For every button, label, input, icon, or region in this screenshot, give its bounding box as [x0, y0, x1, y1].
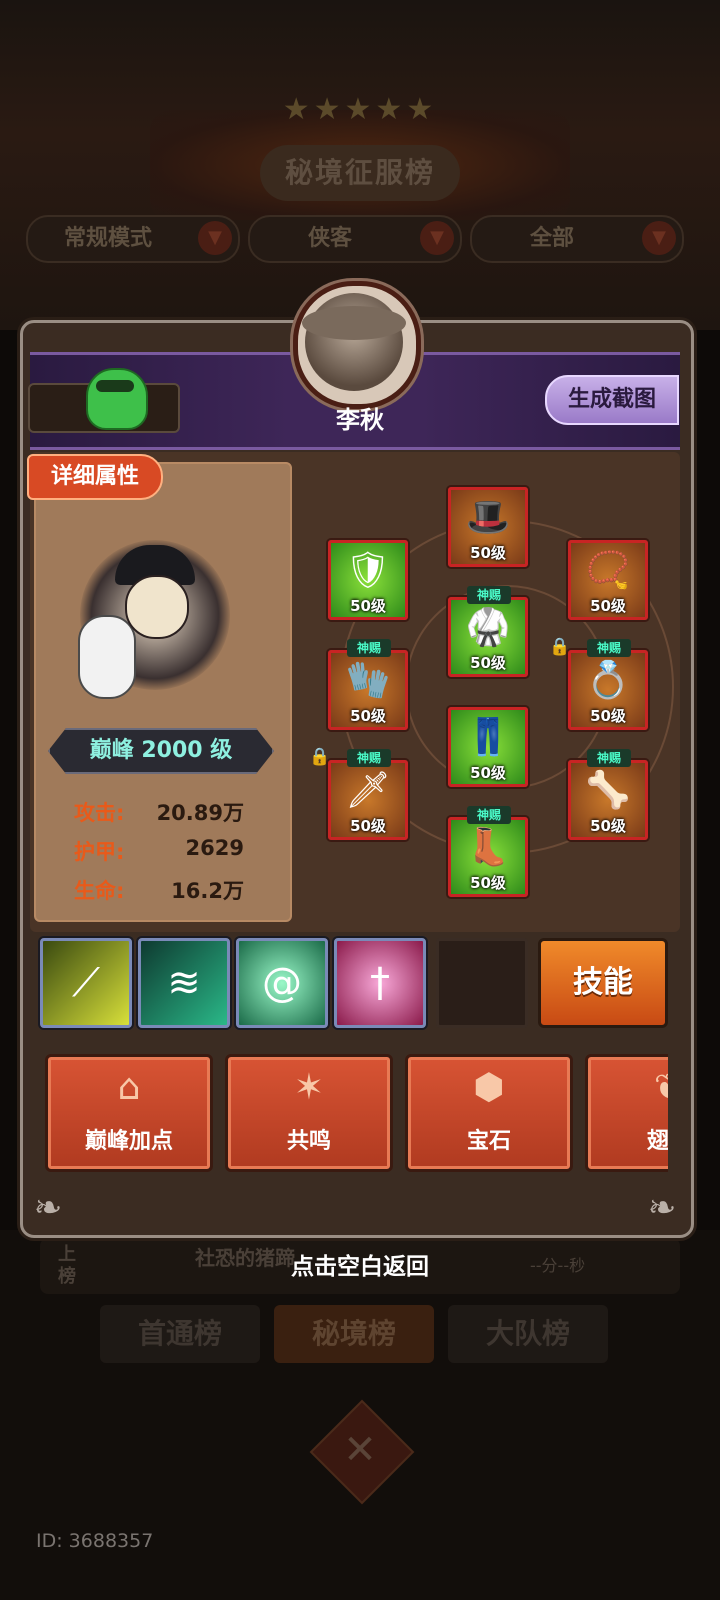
- generate-screenshot-button[interactable]: 生成截图: [545, 375, 679, 425]
- chevron-down-icon: ▼: [642, 221, 676, 255]
- character-face: [125, 575, 189, 639]
- resonance-icon: ✶: [293, 1067, 325, 1108]
- equip-slot-shoulder[interactable]: 🛡 50级: [328, 540, 408, 620]
- charm-icon: 🦴: [585, 770, 631, 811]
- gem-button[interactable]: ⬢ 宝石: [405, 1054, 573, 1172]
- wings-button[interactable]: ❦ 翅膀: [585, 1054, 668, 1172]
- skill-slot-1[interactable]: ⟋: [40, 938, 132, 1028]
- equip-slot-charm[interactable]: 神赐 🦴 50级: [568, 749, 648, 840]
- jade-ring-icon: 💍: [585, 660, 631, 701]
- pet-frog-icon: [86, 368, 148, 430]
- filter-mode-dropdown[interactable]: 常规模式 ▼: [26, 215, 240, 263]
- robe-icon: 🥋: [465, 607, 511, 648]
- lock-icon: 🔒: [309, 747, 331, 767]
- player-name: 李秋: [336, 406, 384, 434]
- equip-slot-ring[interactable]: 🔒 神赐 💍 50级: [549, 637, 648, 730]
- detail-attributes-tag[interactable]: 详细属性: [27, 454, 163, 500]
- rank-stars: ★★★★★: [282, 92, 438, 127]
- peak-points-label: 巅峰加点: [84, 1129, 173, 1154]
- yellow-slash-icon: ⟋: [72, 960, 100, 1006]
- skill-slot-empty: [436, 938, 528, 1028]
- shoulder-armor-icon: 🛡: [345, 550, 391, 591]
- equip-level: 50级: [590, 707, 626, 725]
- goose-companion-icon: [78, 615, 136, 699]
- lock-icon: 🔒: [549, 637, 571, 657]
- corner-ornament-icon: ❧: [33, 1188, 63, 1228]
- equip-level: 50级: [350, 707, 386, 725]
- filter-class-label: 侠客: [307, 226, 352, 251]
- skill-slot-4[interactable]: †: [334, 938, 426, 1028]
- equip-slot-boots[interactable]: 神赐 👢 50级: [448, 806, 528, 897]
- equip-slot-weapon[interactable]: 🔒 神赐 🗡 50级: [309, 747, 408, 840]
- stat-attack-value: 20.89万: [156, 801, 244, 825]
- divine-gift-badge: 神赐: [347, 749, 391, 767]
- divine-gift-badge: 神赐: [347, 639, 391, 657]
- green-wave-icon: ≋: [167, 960, 201, 1006]
- stat-attack-label: 攻击:: [74, 801, 125, 825]
- pink-sword-icon: †: [370, 960, 390, 1006]
- peak-level-badge: 巅峰 2000 级: [48, 728, 274, 774]
- wing-icon: ❦: [588, 1067, 668, 1108]
- equip-level: 50级: [590, 817, 626, 835]
- tab-secret-realm[interactable]: 秘境榜: [274, 1305, 434, 1363]
- equip-slot-necklace[interactable]: 📿 50级: [568, 540, 648, 620]
- action-button-row: ⌂ 巅峰加点 ✶ 共鸣 ⬢ 宝石 ❦ 翅膀: [40, 1050, 668, 1172]
- filter-class-dropdown[interactable]: 侠客 ▼: [248, 215, 462, 263]
- filter-scope-label: 全部: [529, 226, 574, 251]
- filter-scope-dropdown[interactable]: 全部 ▼: [470, 215, 684, 263]
- leaderboard-title: 秘境征服榜: [260, 145, 460, 201]
- equip-slot-pants[interactable]: 👖 50级: [448, 707, 528, 787]
- pet-sunglasses-icon: [96, 380, 134, 392]
- skill-slot-2[interactable]: ≋: [138, 938, 230, 1028]
- resonance-button[interactable]: ✶ 共鸣: [225, 1054, 393, 1172]
- equip-level: 50级: [590, 597, 626, 615]
- wings-label: 翅膀: [646, 1129, 668, 1154]
- green-vortex-icon: @: [262, 960, 302, 1006]
- equip-level: 50级: [470, 874, 506, 892]
- bracer-icon: 🧤: [345, 660, 391, 701]
- chevron-down-icon: ▼: [420, 221, 454, 255]
- equip-slot-hat[interactable]: 🎩 50级: [448, 487, 528, 567]
- tab-first-clear[interactable]: 首通榜: [100, 1305, 260, 1363]
- skill-slot-3[interactable]: @: [236, 938, 328, 1028]
- tab-team[interactable]: 大队榜: [448, 1305, 608, 1363]
- user-id: ID: 3688357: [36, 1530, 154, 1552]
- stat-armor-value: 2629: [185, 836, 244, 860]
- pants-icon: 👖: [465, 717, 511, 758]
- equip-level: 50级: [470, 544, 506, 562]
- chevron-down-icon: ▼: [198, 221, 232, 255]
- rank-label: 上榜: [58, 1244, 76, 1287]
- divine-gift-badge: 神赐: [587, 749, 631, 767]
- equip-level: 50级: [350, 817, 386, 835]
- tap-blank-return-hint[interactable]: 点击空白返回: [210, 1247, 510, 1281]
- equip-slot-bracer[interactable]: 神赐 🧤 50级: [328, 639, 408, 730]
- stat-armor-label: 护甲:: [74, 840, 125, 864]
- necklace-icon: 📿: [585, 550, 631, 591]
- hat-icon: 🎩: [465, 497, 511, 538]
- close-icon[interactable]: ✕: [325, 1415, 395, 1485]
- gem-icon: ⬢: [473, 1067, 505, 1108]
- rank-time: --分--秒: [530, 1256, 586, 1275]
- corner-ornament-icon: ❧: [647, 1188, 677, 1228]
- equip-level: 50级: [470, 764, 506, 782]
- skills-button[interactable]: 技能: [538, 938, 668, 1028]
- stat-hp-value: 16.2万: [171, 879, 244, 903]
- plus-house-icon: ⌂: [117, 1067, 141, 1108]
- avatar-hat-icon: [302, 306, 406, 340]
- sword-icon: 🗡: [345, 770, 391, 811]
- equip-slot-robe[interactable]: 神赐 🥋 50级: [448, 586, 528, 677]
- equip-level: 50级: [350, 597, 386, 615]
- stat-hp-label: 生命:: [74, 879, 125, 903]
- divine-gift-badge: 神赐: [467, 806, 511, 824]
- divine-gift-badge: 神赐: [467, 586, 511, 604]
- filter-mode-label: 常规模式: [63, 226, 152, 251]
- resonance-label: 共鸣: [286, 1129, 331, 1154]
- equip-level: 50级: [470, 654, 506, 672]
- gem-label: 宝石: [466, 1129, 511, 1154]
- boots-icon: 👢: [465, 827, 511, 868]
- divine-gift-badge: 神赐: [587, 639, 631, 657]
- peak-points-button[interactable]: ⌂ 巅峰加点: [45, 1054, 213, 1172]
